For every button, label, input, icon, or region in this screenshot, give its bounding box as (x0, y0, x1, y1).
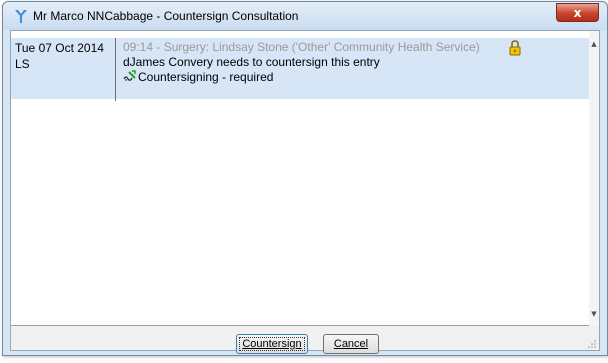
vertical-scrollbar[interactable]: ▲ ▼ (589, 31, 599, 326)
dialog-client-area: Tue 07 Oct 2014 LS 09:14 - Surgery: Lind… (10, 30, 600, 354)
resize-grip-icon[interactable] (587, 338, 597, 348)
countersign-window: Mr Marco NNCabbage - Countersign Consult… (2, 1, 608, 356)
scroll-down-arrow-icon[interactable]: ▼ (590, 310, 598, 318)
entry-body: dJames Convery needs to countersign this… (123, 55, 380, 69)
padlock-icon (508, 40, 522, 56)
entry-header: 09:14 - Surgery: Lindsay Stone ('Other' … (123, 40, 480, 54)
app-logo-icon (13, 8, 29, 24)
entry-date: Tue 07 Oct 2014 (15, 41, 104, 55)
entry-status: Countersigning - required (123, 70, 480, 85)
title-bar[interactable]: Mr Marco NNCabbage - Countersign Consult… (3, 2, 607, 30)
entry-status-text: Countersigning - required (138, 70, 274, 84)
close-button[interactable]: x (556, 3, 599, 22)
entry-initials: LS (15, 57, 30, 71)
countersign-button[interactable]: Countersign (236, 334, 308, 354)
countersign-icon (123, 70, 137, 83)
column-divider (115, 38, 116, 101)
scroll-up-arrow-icon[interactable]: ▲ (590, 40, 598, 48)
consultation-list[interactable]: Tue 07 Oct 2014 LS 09:14 - Surgery: Lind… (11, 31, 599, 326)
cancel-button[interactable]: Cancel (323, 334, 379, 354)
entry-details: 09:14 - Surgery: Lindsay Stone ('Other' … (123, 40, 480, 85)
window-title: Mr Marco NNCabbage - Countersign Consult… (33, 9, 299, 23)
entry-date-column: Tue 07 Oct 2014 LS (15, 40, 104, 72)
